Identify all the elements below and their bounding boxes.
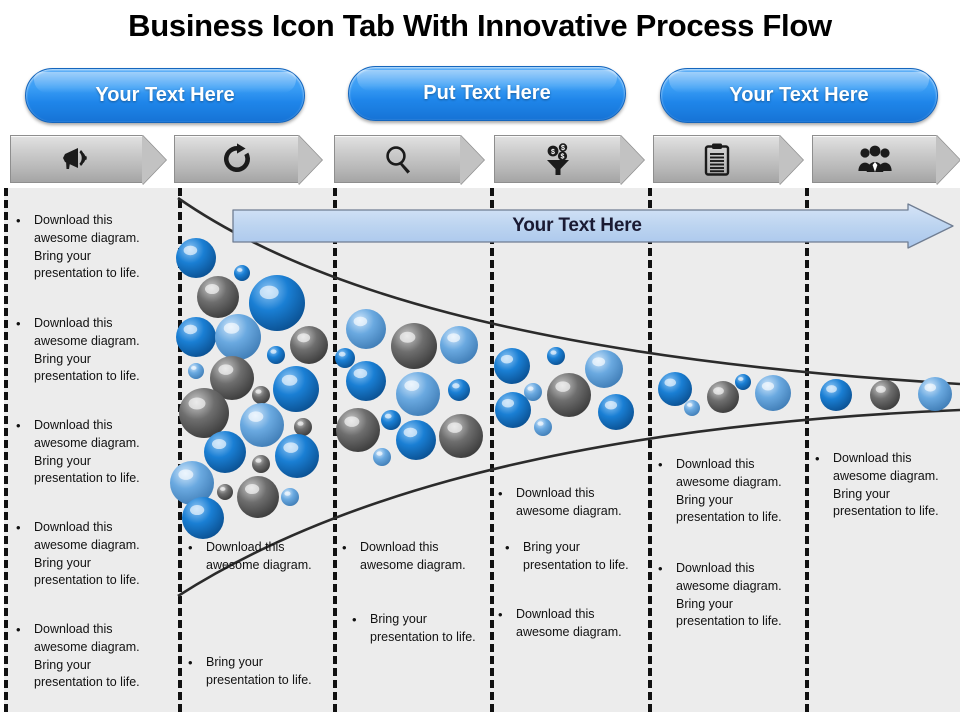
tab-people-group[interactable] <box>812 135 960 185</box>
chevron-tip-icon <box>460 135 484 185</box>
list-item: • Download this awesome diagram. Bring your… <box>658 456 803 527</box>
svg-text:$: $ <box>551 149 555 156</box>
list-item-text: Bring your presentation to life. <box>206 655 312 687</box>
tab-clipboard[interactable] <box>653 135 803 185</box>
chevron-tip-icon <box>620 135 644 185</box>
tab-search[interactable] <box>334 135 484 185</box>
bullet-marker: • <box>188 655 193 670</box>
pill-button-2[interactable]: Put Text Here <box>348 66 626 121</box>
tab-megaphone[interactable] <box>10 135 166 185</box>
list-item: • Download this awesome diagram. <box>342 539 487 575</box>
list-item: • Download this awesome diagram. Bring your… <box>815 450 955 521</box>
megaphone-icon <box>59 141 95 177</box>
list-item-text: Download this awesome diagram. <box>206 540 312 572</box>
bullet-marker: • <box>16 520 21 535</box>
list-item-text: Download this awesome diagram. Bring your p… <box>34 622 140 690</box>
column-5-body <box>648 188 809 712</box>
list-item: • Bring your presentation to life. <box>505 539 645 575</box>
list-item: • Download this awesome diagram. Bring your… <box>658 560 803 631</box>
list-item: • Download this awesome diagram. Bring your… <box>16 212 166 283</box>
list-item: • Download this awesome diagram. Bring your… <box>16 519 166 590</box>
chevron-tip-icon <box>936 135 960 185</box>
pill-button-2-label: Put Text Here <box>423 82 551 104</box>
list-item-text: Download this awesome diagram. Bring your p… <box>34 520 140 588</box>
bullet-marker: • <box>16 316 21 331</box>
tab-refresh[interactable] <box>174 135 322 185</box>
bullet-marker: • <box>342 540 347 555</box>
banner-label: Your Text Here <box>512 215 642 236</box>
list-item: • Download this awesome diagram. Bring your… <box>16 621 166 692</box>
chevron-tip-icon <box>298 135 322 185</box>
bullet-marker: • <box>498 607 503 622</box>
list-item: • Download this awesome diagram. <box>188 539 330 575</box>
bullet-marker: • <box>658 457 663 472</box>
bullet-marker: • <box>815 451 820 466</box>
svg-text:$: $ <box>561 145 565 152</box>
bullet-marker: • <box>658 561 663 576</box>
list-item-text: Download this awesome diagram. Bring your p… <box>34 418 140 486</box>
bullet-marker: • <box>352 612 357 627</box>
list-item: • Download this awesome diagram. Bring your… <box>16 417 166 488</box>
money-funnel-icon: $ $ $ <box>540 141 576 177</box>
refresh-icon <box>219 141 255 177</box>
people-group-icon <box>857 141 893 177</box>
list-item-text: Download this awesome diagram. Bring your p… <box>676 457 782 525</box>
list-item-text: Download this awesome diagram. Bring your p… <box>676 561 782 629</box>
bullet-marker: • <box>188 540 193 555</box>
list-item-text: Download this awesome diagram. <box>516 486 622 518</box>
tab-money-funnel[interactable]: $ $ $ <box>494 135 644 185</box>
bullet-marker: • <box>16 418 21 433</box>
list-item-text: Download this awesome diagram. Bring your p… <box>34 213 140 281</box>
magnifier-icon <box>380 141 416 177</box>
list-item: • Download this awesome diagram. <box>498 485 643 521</box>
list-item-text: Download this awesome diagram. <box>516 607 622 639</box>
column-2-body <box>178 188 337 712</box>
chevron-tip-icon <box>779 135 803 185</box>
list-item-text: Bring your presentation to life. <box>370 612 476 644</box>
clipboard-icon <box>699 141 735 177</box>
pill-button-3[interactable]: Your Text Here <box>660 68 938 123</box>
list-item: • Bring your presentation to life. <box>188 654 330 690</box>
pill-button-3-label: Your Text Here <box>729 84 869 106</box>
pill-button-1[interactable]: Your Text Here <box>25 68 305 123</box>
pill-button-1-label: Your Text Here <box>95 84 235 106</box>
svg-text:$: $ <box>560 154 564 161</box>
list-item-text: Download this awesome diagram. <box>360 540 466 572</box>
list-item-text: Bring your presentation to life. <box>523 540 629 572</box>
list-item-text: Download this awesome diagram. Bring your p… <box>833 451 939 519</box>
bullet-marker: • <box>16 622 21 637</box>
list-item-text: Download this awesome diagram. Bring your p… <box>34 316 140 384</box>
chevron-tip-icon <box>142 135 166 185</box>
list-item: • Download this awesome diagram. <box>498 606 643 642</box>
bullet-marker: • <box>505 540 510 555</box>
list-item: • Bring your presentation to life. <box>352 611 492 647</box>
page-title: Business Icon Tab With Innovative Proces… <box>128 8 832 43</box>
slide-canvas: Business Icon Tab With Innovative Proces… <box>0 0 960 720</box>
bullet-marker: • <box>16 213 21 228</box>
list-item: • Download this awesome diagram. Bring your… <box>16 315 166 386</box>
bullet-marker: • <box>498 486 503 501</box>
